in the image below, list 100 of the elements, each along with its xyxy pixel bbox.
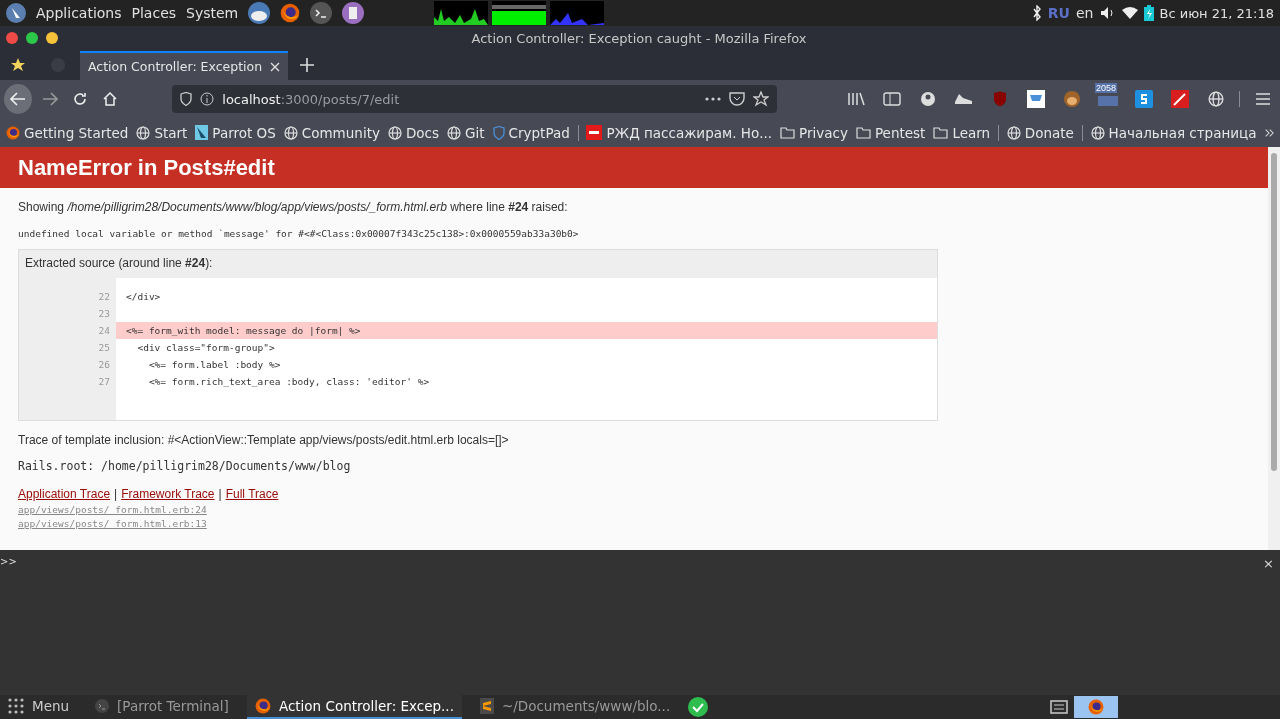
star-icon[interactable] — [10, 57, 26, 73]
more-icon[interactable] — [705, 97, 721, 101]
trace-link[interactable]: Framework Trace — [121, 487, 215, 501]
globe-icon — [1006, 125, 1021, 140]
console-prompt: >> — [0, 556, 17, 567]
bookmark[interactable]: Community — [283, 124, 380, 141]
error-message: undefined local variable or method `message' for #<#<Class:0x00007f343c25c138>:0x0000559ab33a30b0> — [18, 228, 580, 239]
bookmark[interactable]: Начальная страница — [1090, 124, 1257, 141]
bookmark[interactable]: Getting Started — [6, 124, 129, 141]
bookmark[interactable]: Pentest — [855, 124, 926, 141]
check-icon — [688, 697, 709, 717]
taskbar-item[interactable]: [Parrot Terminal] — [87, 695, 237, 719]
grid-icon — [8, 698, 24, 714]
firefox-icon — [6, 125, 20, 140]
firefox-icon — [1088, 699, 1104, 715]
trace-line-link[interactable]: app/views/posts/_form.html.erb:24 — [18, 504, 1250, 515]
address-bar[interactable]: localhost:3000/posts/7/edit — [172, 85, 777, 113]
bookmark[interactable]: Learn — [933, 124, 991, 141]
code-line: <%= form.rich_text_area :body, class: 'editor' %> — [147, 375, 431, 389]
code-line: <%= form.label :body %> — [147, 358, 282, 372]
bookmark[interactable]: Start — [136, 124, 188, 141]
bookmark[interactable]: CryptPad — [492, 124, 570, 141]
globe-icon — [1090, 125, 1105, 140]
bluetooth-icon[interactable] — [1031, 5, 1042, 21]
clock[interactable]: Вс июн 21, 21:18 — [1159, 5, 1274, 21]
reload-icon — [73, 92, 88, 106]
line-number: 25 — [97, 341, 111, 355]
wifi-icon[interactable] — [1121, 7, 1138, 19]
line-number: 27 — [97, 375, 111, 389]
taskbar-item[interactable]: ~/Documents/www/blo... — [471, 695, 679, 719]
chevron-icon[interactable] — [1264, 126, 1274, 139]
info-icon — [200, 92, 215, 106]
terminal-icon[interactable] — [310, 2, 333, 24]
folder-icon — [933, 126, 949, 139]
back-arrow-icon — [9, 92, 26, 106]
line-number: 23 — [97, 307, 111, 321]
trace-line-link[interactable]: app/views/posts/_form.html.erb:13 — [18, 518, 1250, 529]
separator-text: | — [114, 487, 118, 501]
panel-menu[interactable]: Places — [131, 5, 177, 21]
code-line: <div class="form-group"> — [136, 341, 276, 355]
back-button[interactable] — [4, 84, 32, 114]
source-title: Extracted source (around line #24): — [24, 255, 214, 272]
globe-icon — [283, 125, 298, 140]
line-number: 24 — [97, 324, 111, 338]
workspace-thumbnail[interactable] — [1074, 696, 1118, 718]
bookmark-star-icon[interactable] — [753, 91, 769, 107]
pocket-icon[interactable] — [729, 92, 745, 106]
firefox-icon — [254, 698, 271, 714]
parrot-logo-icon[interactable] — [6, 3, 26, 23]
firefox-icon — [280, 3, 301, 23]
error-summary: Showing /home/pilligrim28/Documents/www/blog/app/views/posts/_form.html.erb where line #24 raised: — [18, 200, 569, 214]
forward-arrow-icon — [41, 92, 58, 106]
close-window-button[interactable] — [6, 32, 18, 44]
window-title: Action Controller: Exception caught - Mozilla Firefox — [471, 30, 808, 46]
maximize-window-button[interactable] — [26, 32, 38, 44]
shield-icon — [180, 92, 193, 106]
line-number: 22 — [97, 290, 111, 304]
volume-icon[interactable] — [1099, 6, 1116, 20]
keyboard-icon[interactable] — [1050, 699, 1068, 715]
cloud-icon[interactable] — [248, 2, 271, 24]
home-icon — [103, 92, 118, 106]
sublime-icon — [479, 698, 494, 714]
battery-icon[interactable] — [1143, 5, 1154, 21]
start-menu-button[interactable]: Menu — [6, 695, 78, 719]
close-icon[interactable] — [270, 61, 281, 72]
new-tab-icon[interactable] — [300, 58, 315, 72]
line-number: 26 — [97, 358, 111, 372]
template-trace: Trace of template inclusion: #<ActionView::Template app/views/posts/edit.html.erb locals=[]> — [18, 433, 510, 447]
globe-icon — [447, 125, 462, 140]
rails-root: Rails.root: /home/pilligrim28/Documents/www/blog — [18, 459, 352, 473]
trace-link[interactable]: Application Trace — [18, 487, 111, 501]
panel-menu[interactable]: System — [186, 5, 239, 21]
language-indicator[interactable]: en — [1076, 5, 1094, 21]
globe-icon — [136, 125, 151, 140]
separator-text: | — [218, 487, 222, 501]
minimize-window-button[interactable] — [46, 32, 58, 44]
trace-link[interactable]: Full Trace — [225, 487, 279, 501]
bookmark[interactable]: Donate — [1006, 124, 1074, 141]
code-line: </div> — [125, 290, 162, 304]
bookmark[interactable]: Privacy — [780, 124, 848, 141]
browser-tab[interactable]: Action Controller: Exception — [80, 51, 289, 80]
bookmark[interactable]: Git — [447, 124, 485, 141]
folder-icon — [855, 126, 871, 139]
count-badge: 2058 — [1095, 83, 1118, 93]
shield-icon — [492, 125, 505, 140]
folder-icon — [780, 126, 796, 139]
console-close-button[interactable]: × — [1263, 556, 1274, 571]
panel-menu[interactable]: Applications — [36, 5, 122, 21]
bookmark[interactable]: РЖД пассажирам. Но... — [586, 124, 773, 141]
taskbar-item[interactable]: Action Controller: Excep... — [246, 695, 462, 719]
terminal-icon — [95, 699, 110, 713]
text-editor-icon[interactable] — [342, 2, 365, 24]
mail-button[interactable]: 2058 — [1095, 86, 1121, 112]
rzd-logo-icon — [586, 125, 603, 140]
error-heading: NameError in Posts#edit — [0, 147, 1268, 188]
globe-icon — [387, 125, 402, 140]
parrot-icon — [195, 125, 209, 140]
scrollbar-thumb[interactable] — [1271, 153, 1277, 471]
bookmark[interactable]: Parrot OS — [195, 124, 276, 141]
bookmark[interactable]: Docs — [387, 124, 440, 141]
